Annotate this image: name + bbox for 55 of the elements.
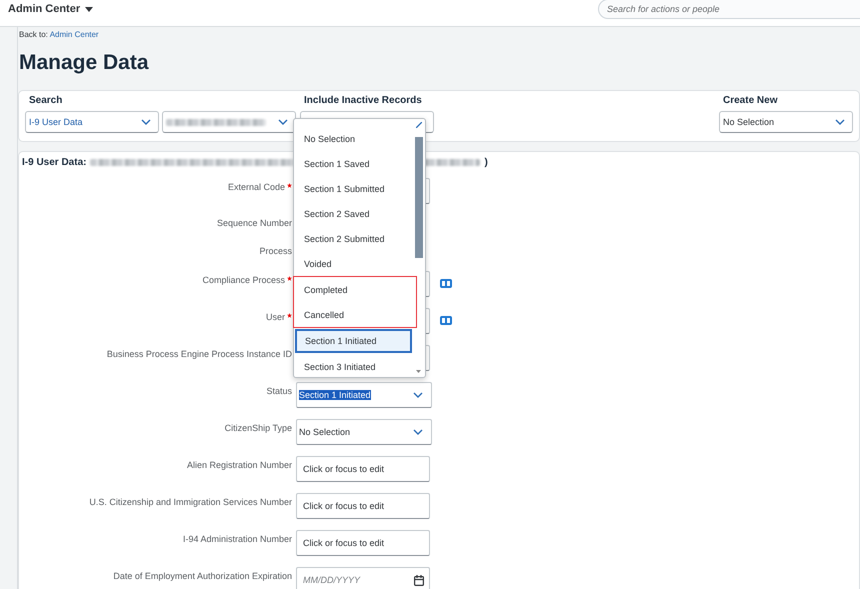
field-label: User	[22, 312, 296, 322]
date-field[interactable]: MM/DD/YYYY	[296, 566, 430, 589]
closing-paren: )	[484, 156, 488, 168]
dropdown-option[interactable]: Section 3 Initiated	[294, 354, 416, 380]
field-label: U.S. Citizenship and Immigration Services Number	[88, 497, 293, 507]
select-field[interactable]: No Selection	[719, 111, 853, 133]
chevron-down-icon	[278, 119, 288, 125]
chevron-down-icon	[413, 428, 423, 434]
field-label: Business Process Engine Process Instance ID	[106, 349, 293, 359]
field-label: Process	[258, 246, 293, 256]
dropdown-option[interactable]: Section 2 Saved	[294, 201, 416, 226]
lookup-icon	[440, 316, 452, 325]
field-label: External Code	[22, 182, 296, 192]
chevron-down-icon	[141, 119, 151, 125]
search-field[interactable]: Search for actions or people	[598, 0, 860, 19]
dropdown-option[interactable]: Section 2 Submitted	[294, 226, 416, 251]
back-link-text: Back to: Admin Center	[18, 29, 100, 39]
field-label: Status	[265, 386, 293, 396]
required-star-icon	[287, 313, 292, 318]
input-field[interactable]: Click or focus to edit	[296, 456, 430, 482]
caret-down-icon	[85, 6, 94, 12]
chevron-down-icon	[413, 392, 423, 398]
select-field[interactable]: I-9 User Data	[25, 111, 159, 133]
select-field[interactable]: Section 1 Initiated	[296, 382, 432, 408]
record-label: I-9 User Data:	[22, 156, 86, 168]
page-title: Manage Data	[19, 51, 149, 75]
field-label: CitizenShip Type	[224, 423, 293, 433]
select-field[interactable]: No Selection	[296, 418, 432, 444]
section-label: Include Inactive Records	[303, 94, 423, 108]
field-label: Sequence Number	[216, 218, 293, 228]
input-field[interactable]: Click or focus to edit	[296, 492, 430, 518]
input-field[interactable]: Click or focus to edit	[296, 530, 430, 556]
field-label: Alien Registration Number	[186, 460, 293, 470]
resize-icon	[416, 122, 422, 128]
calendar-icon	[414, 574, 424, 586]
select-field[interactable]	[162, 111, 296, 133]
dropdown-option[interactable]: Section 1 Saved	[294, 151, 416, 176]
dropdown-option[interactable]: No Selection	[294, 126, 416, 151]
lookup-icon	[440, 279, 452, 288]
dropdown-option[interactable]: Voided	[294, 251, 416, 276]
field-label: Date of Employment Authorization Expiration	[112, 571, 293, 581]
required-star-icon	[287, 276, 292, 281]
admin-center-menu[interactable]: Admin Center	[0, 3, 94, 15]
admin-center-link[interactable]: Admin Center	[50, 30, 99, 39]
field-label: I-94 Administration Number	[182, 534, 293, 544]
dropdown-option[interactable]: Cancelled	[294, 302, 416, 327]
scrollbar-thumb[interactable]	[415, 137, 423, 258]
dropdown-option[interactable]: Completed	[294, 277, 416, 302]
dropdown-option[interactable]: Section 1 Initiated	[295, 329, 412, 353]
chevron-down-icon	[835, 119, 845, 125]
dropdown-option[interactable]: Section 1 Submitted	[294, 176, 416, 201]
section-label: Search	[28, 94, 64, 108]
section-label: Create New	[722, 94, 778, 108]
field-label: Compliance Process	[22, 275, 296, 285]
required-star-icon	[287, 183, 292, 188]
